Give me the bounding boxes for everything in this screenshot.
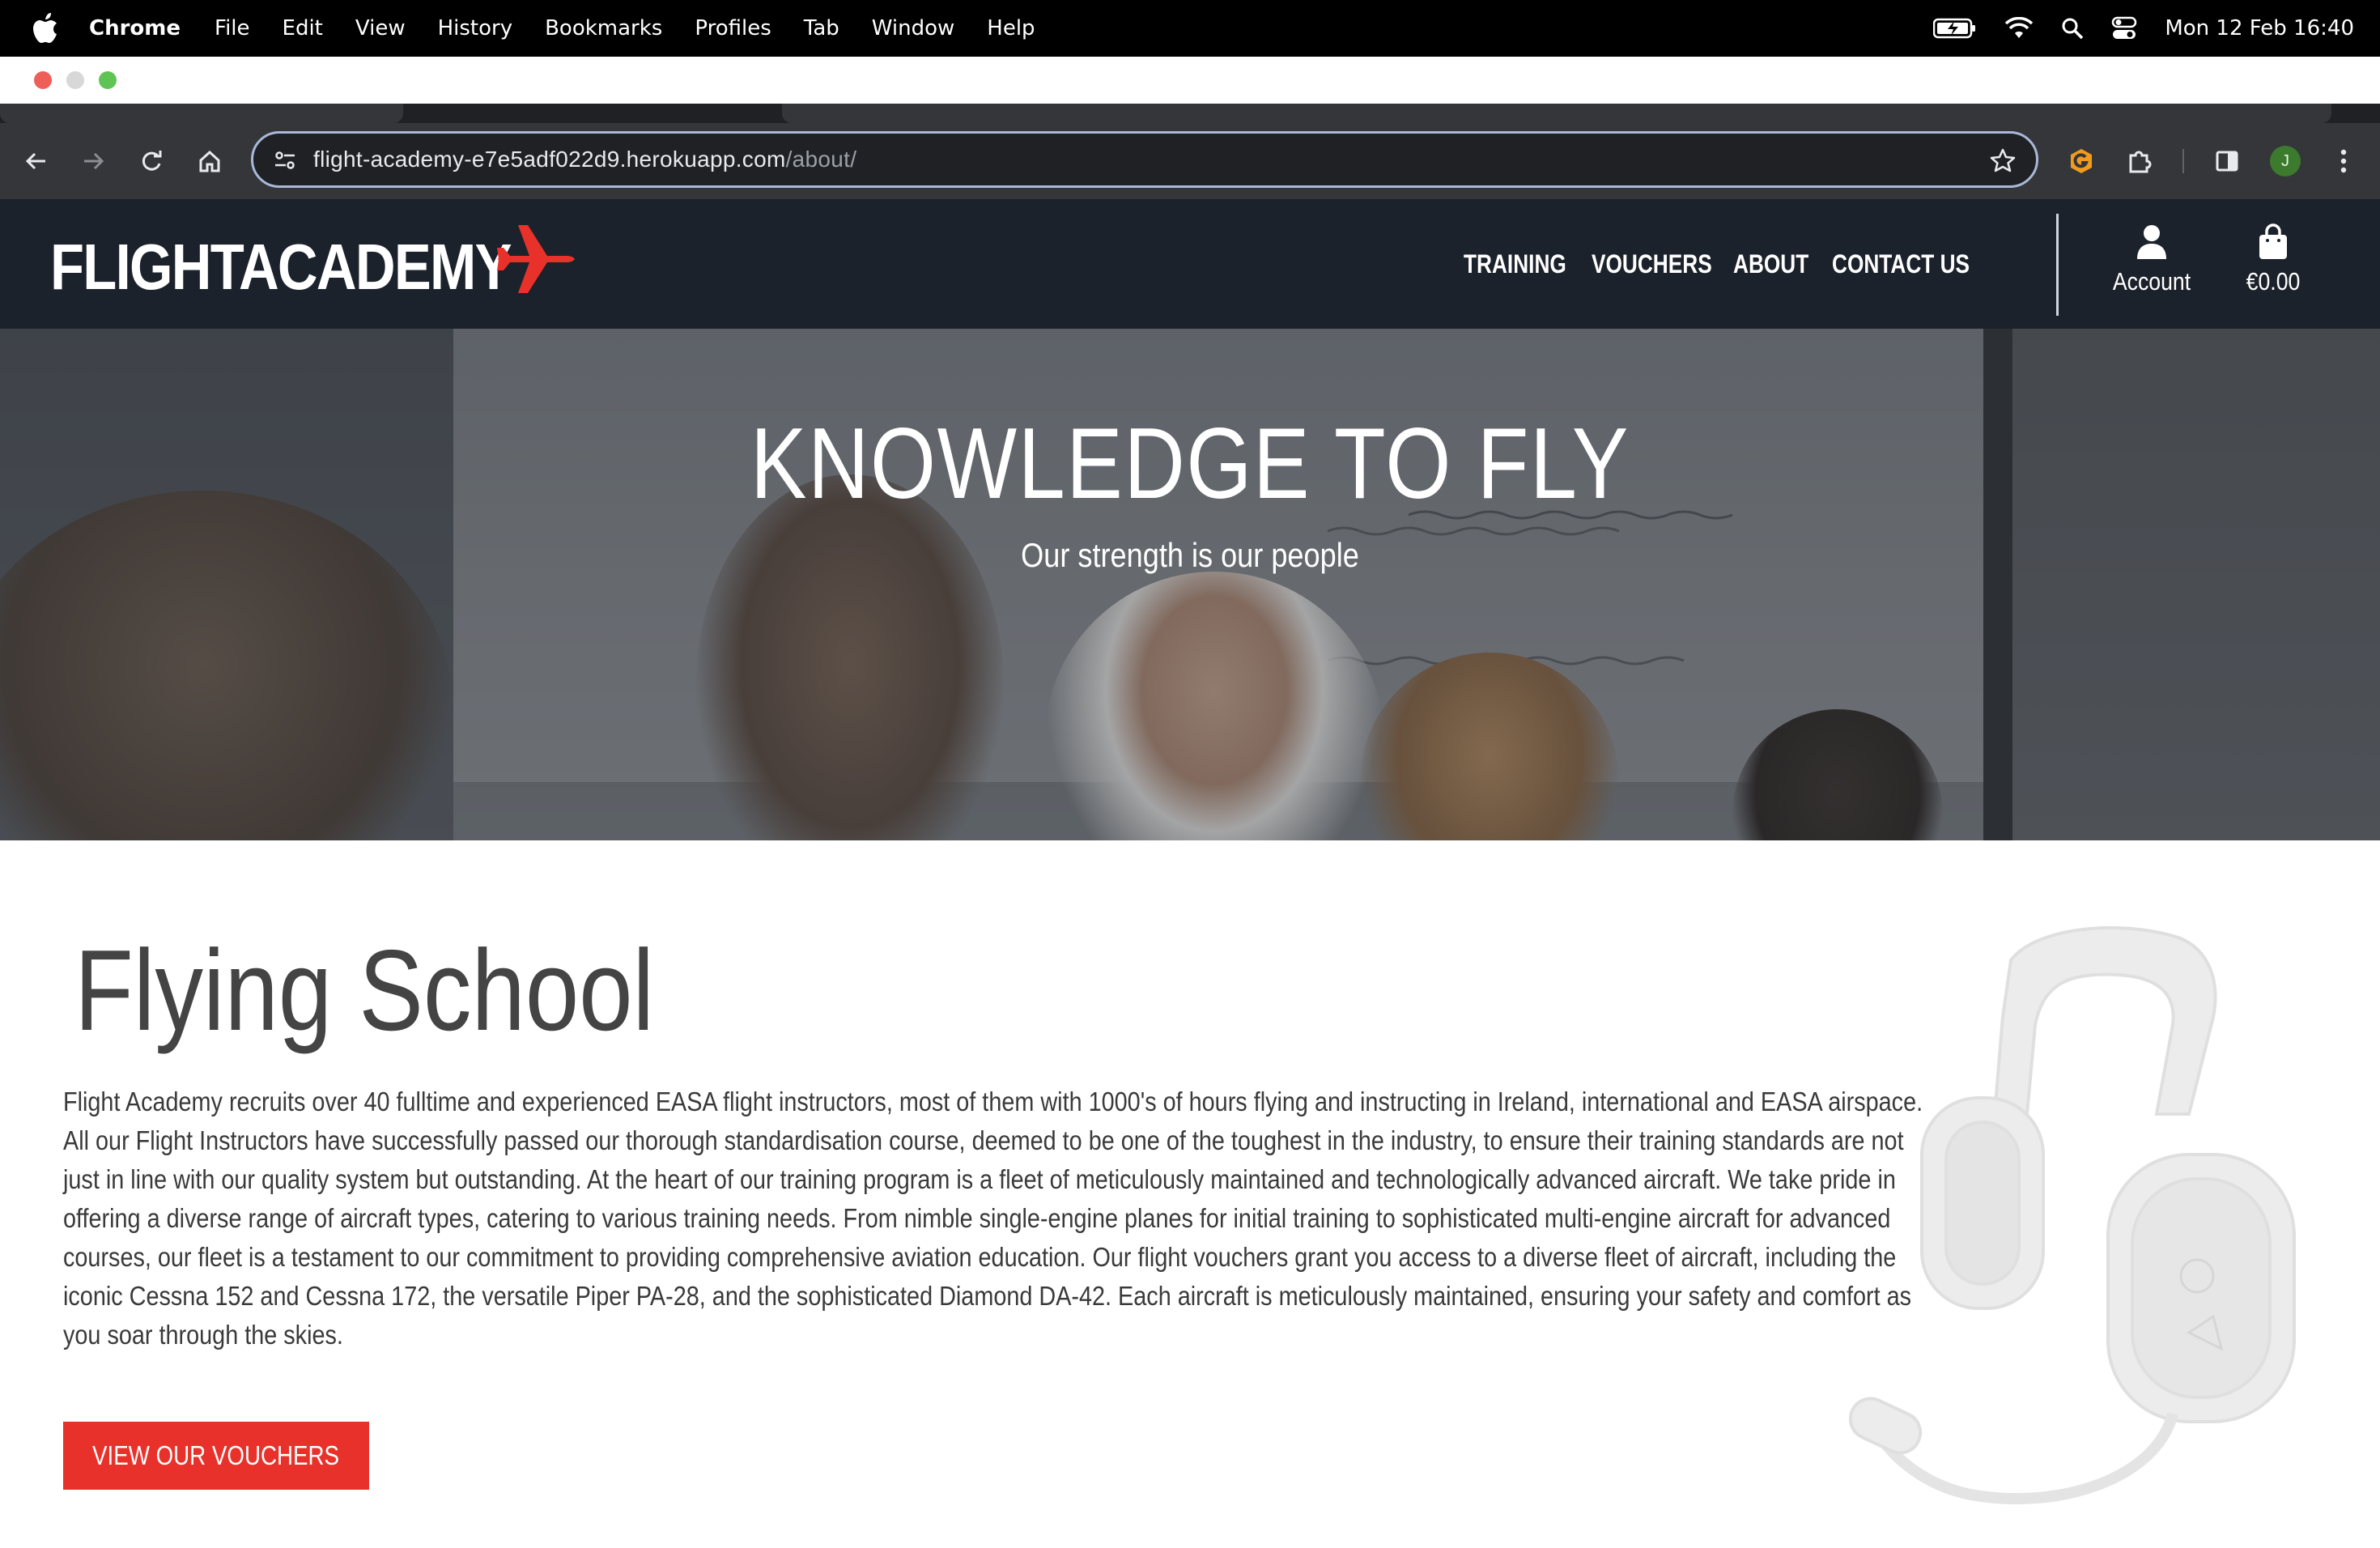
nav-training[interactable]: TRAINING [1464, 249, 1566, 279]
menu-view[interactable]: View [355, 16, 406, 40]
address-bar[interactable]: flight-academy-e7e5adf022d9.herokuapp.co… [251, 131, 2038, 188]
menu-history[interactable]: History [438, 16, 513, 40]
user-icon [2102, 223, 2202, 262]
menu-file[interactable]: File [215, 16, 250, 40]
header-divider [2056, 214, 2059, 316]
close-window-button[interactable] [34, 71, 52, 89]
wifi-icon[interactable] [2004, 17, 2034, 40]
control-center-icon[interactable] [2111, 16, 2137, 40]
reload-icon[interactable] [133, 142, 170, 180]
section-title: Flying School [74, 926, 655, 1055]
section-body: Flight Academy recruits over 40 fulltime… [63, 1087, 1923, 1350]
bookmark-star-icon[interactable] [1987, 145, 2018, 176]
profile-avatar[interactable]: J [2267, 142, 2304, 180]
account-label: Account [2112, 267, 2191, 296]
browser-tab-inactive[interactable] [0, 104, 403, 123]
hero-subtitle: Our strength is our people [1021, 536, 1359, 574]
menu-bookmarks[interactable]: Bookmarks [545, 16, 662, 40]
view-vouchers-label: VIEW OUR VOUCHERS [92, 1440, 340, 1470]
minimize-window-button[interactable] [66, 71, 84, 89]
window-titlebar [0, 57, 2380, 104]
site-settings-icon[interactable] [271, 147, 299, 174]
tab-strip [0, 104, 2380, 123]
shopping-bag-icon [2228, 223, 2318, 262]
hero-banner: KNOWLEDGE TO FLY Our strength is our peo… [0, 329, 2380, 840]
url-text: flight-academy-e7e5adf022d9.herokuapp.co… [313, 147, 856, 172]
side-panel-icon[interactable] [2208, 142, 2246, 180]
home-icon[interactable] [191, 142, 228, 180]
menu-edit[interactable]: Edit [283, 16, 323, 40]
site-logo[interactable]: FLIGHTACADEMY [50, 230, 512, 304]
account-link[interactable]: Account [2102, 223, 2202, 296]
spotlight-icon[interactable] [2061, 17, 2084, 40]
hero-overlay [0, 329, 2380, 840]
macos-menubar: Chrome File Edit View History Bookmarks … [0, 0, 2380, 57]
maximize-window-button[interactable] [99, 71, 117, 89]
menu-app-chrome[interactable]: Chrome [89, 16, 181, 40]
hero-title: KNOWLEDGE TO FLY [750, 408, 1630, 520]
url-host: flight-academy-e7e5adf022d9.herokuapp.co… [313, 147, 786, 172]
cart-link[interactable]: €0.00 [2228, 223, 2318, 296]
back-arrow-icon[interactable] [18, 142, 55, 180]
battery-icon[interactable] [1933, 18, 1977, 39]
nav-contact-us[interactable]: CONTACT US [1832, 249, 1970, 279]
menu-window[interactable]: Window [872, 16, 955, 40]
menu-profiles[interactable]: Profiles [695, 16, 771, 40]
extension-g-icon[interactable] [2063, 142, 2100, 180]
airplane-logo-icon [497, 225, 575, 293]
url-path: /about/ [785, 147, 857, 172]
menu-help[interactable]: Help [987, 16, 1035, 40]
nav-about[interactable]: ABOUT [1733, 249, 1808, 279]
view-vouchers-button[interactable]: VIEW OUR VOUCHERS [63, 1422, 369, 1490]
toolbar-divider [2182, 149, 2184, 173]
site-header: FLIGHTACADEMY TRAINING VOUCHERS ABOUT CO… [0, 199, 2380, 329]
browser-tab-active[interactable] [782, 104, 2331, 123]
kebab-menu-icon[interactable] [2325, 142, 2362, 180]
profile-initial: J [2270, 146, 2301, 176]
main-content: Flying School Flight Academy recruits ov… [0, 840, 2380, 1548]
menu-tab[interactable]: Tab [804, 16, 839, 40]
extensions-puzzle-icon[interactable] [2121, 142, 2158, 180]
apple-icon[interactable] [29, 12, 62, 45]
cart-total: €0.00 [2246, 267, 2301, 296]
menubar-clock: Mon 12 Feb 16:40 [2165, 16, 2354, 40]
nav-vouchers[interactable]: VOUCHERS [1592, 249, 1712, 279]
forward-arrow-icon[interactable] [74, 142, 112, 180]
